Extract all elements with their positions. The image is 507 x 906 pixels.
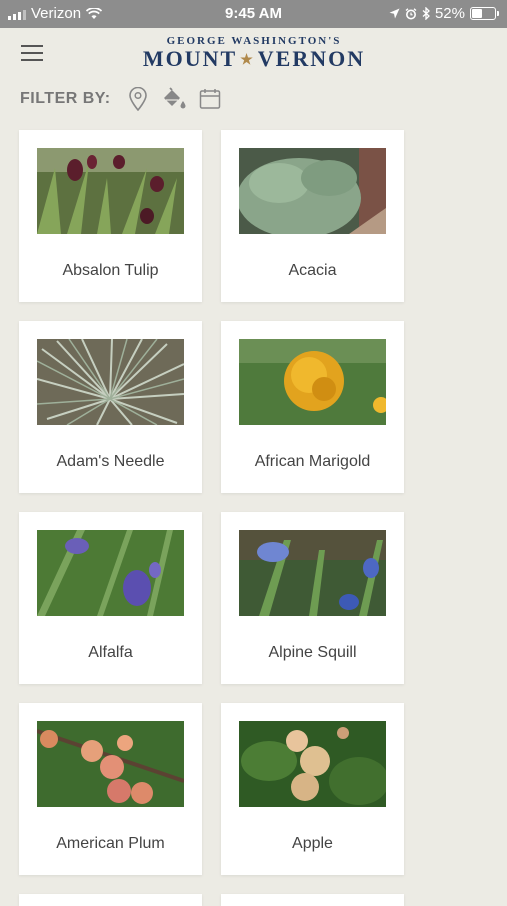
plant-name: Alpine Squill (268, 644, 357, 661)
plant-card-partial[interactable] (221, 894, 404, 906)
filter-label: FILTER BY: (20, 90, 111, 107)
status-bar: Verizon 9:45 AM 52% (0, 0, 507, 28)
battery-icon (470, 7, 499, 20)
plant-photo (37, 721, 184, 807)
plant-photo (239, 530, 386, 616)
plant-card-acacia[interactable]: Acacia (221, 130, 404, 302)
plant-name: Apple (292, 835, 333, 852)
location-arrow-icon (389, 8, 400, 19)
filter-bar: FILTER BY: (20, 86, 233, 112)
plant-card-alfalfa[interactable]: Alfalfa (19, 512, 202, 684)
plant-photo (239, 148, 386, 234)
plant-name: Adam's Needle (56, 453, 165, 470)
logo-word-right: VERNON (257, 46, 366, 71)
logo-star-icon: ★ (240, 52, 255, 68)
plant-card-apple[interactable]: Apple (221, 703, 404, 875)
app-header: GEORGE WASHINGTON'S MOUNT ★ VERNON (0, 28, 507, 80)
plant-card-absalon-tulip[interactable]: Absalon Tulip (19, 130, 202, 302)
bluetooth-icon (422, 7, 430, 20)
plant-photo (37, 148, 184, 234)
alarm-icon (405, 7, 417, 19)
plant-name: American Plum (56, 835, 165, 852)
menu-icon[interactable] (21, 45, 43, 63)
plant-photo (37, 339, 184, 425)
plant-card-alpine-squill[interactable]: Alpine Squill (221, 512, 404, 684)
plant-name: Acacia (288, 262, 337, 279)
plant-card-american-plum[interactable]: American Plum (19, 703, 202, 875)
plant-photo (239, 339, 386, 425)
plant-name: Absalon Tulip (62, 262, 159, 279)
plant-card-adams-needle[interactable]: Adam's Needle (19, 321, 202, 493)
logo-word-left: MOUNT (142, 46, 238, 71)
plant-card-african-marigold[interactable]: African Marigold (221, 321, 404, 493)
plant-photo (239, 721, 386, 807)
plant-photo (37, 530, 184, 616)
logo-main-line: MOUNT ★ VERNON (120, 47, 388, 73)
location-pin-icon[interactable] (125, 86, 151, 112)
plant-name: African Marigold (254, 453, 371, 470)
calendar-icon[interactable] (197, 86, 223, 112)
status-right: 52% (389, 5, 499, 22)
plant-card-partial[interactable] (19, 894, 202, 906)
mount-vernon-logo: GEORGE WASHINGTON'S MOUNT ★ VERNON (120, 35, 388, 73)
plant-name: Alfalfa (88, 644, 133, 661)
battery-percent: 52% (434, 5, 465, 22)
paint-bucket-icon[interactable] (161, 86, 187, 112)
